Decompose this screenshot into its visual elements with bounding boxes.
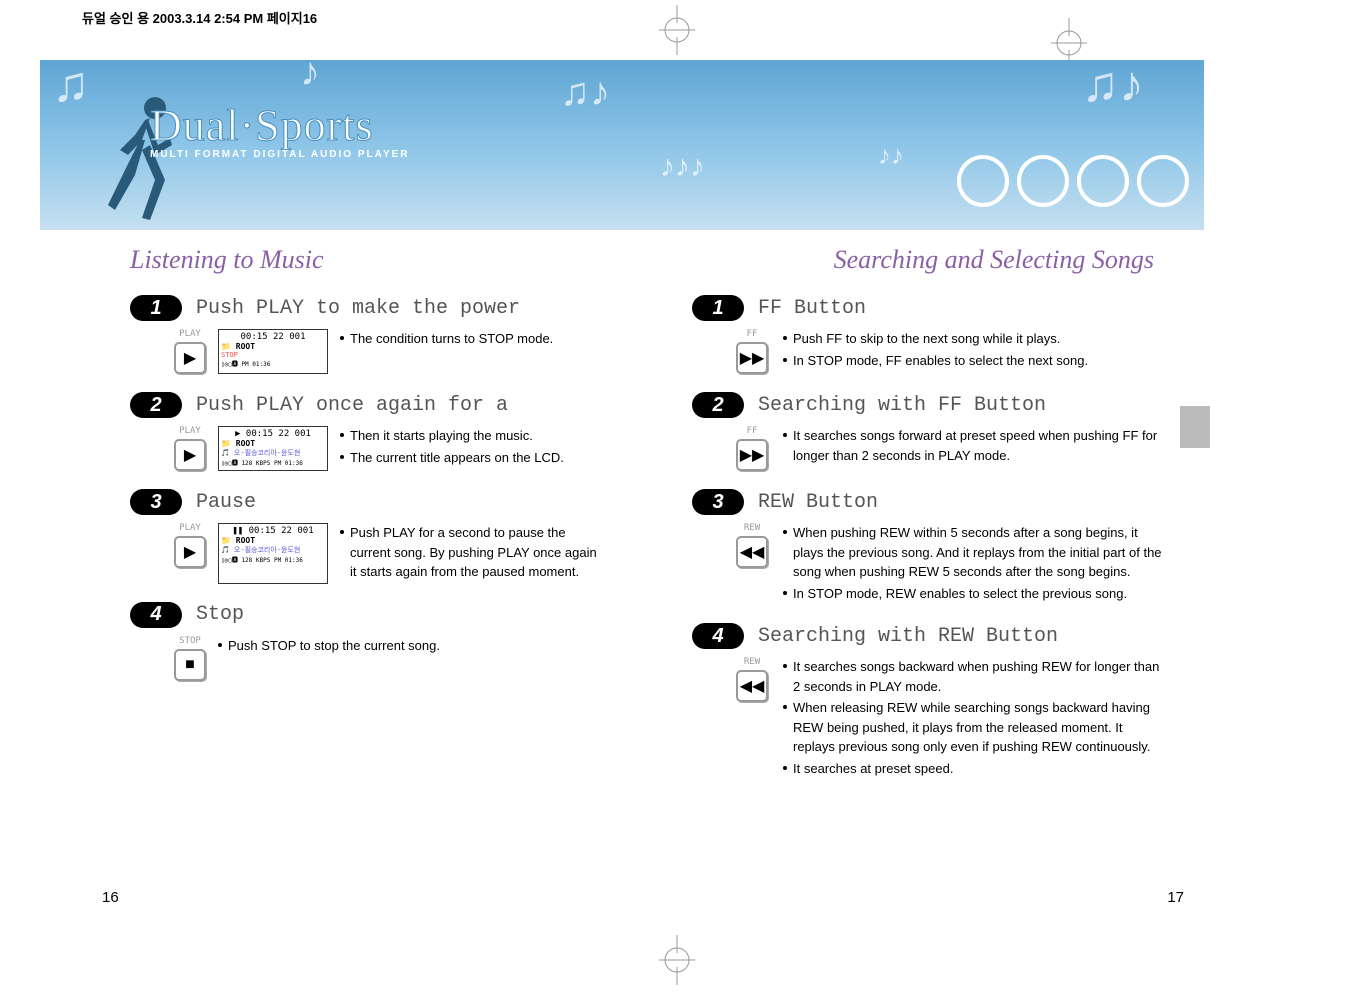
music-note-icon: ♫♪ xyxy=(1082,55,1145,113)
header-info: 듀얼 승인 용 2003.3.14 2:54 PM 페이지16 xyxy=(82,8,317,27)
step-badge: 3 xyxy=(692,489,744,515)
lcd-screen: ❚❚ 00:15 22 001📁 ROOT🎵 오-필승코리아-윤도현▯◎▢🅰 1… xyxy=(218,523,328,584)
step-1: 1 FF Button FF ▶▶ Push FF to skip to the nex… xyxy=(692,295,1164,374)
page-number-right: 17 xyxy=(1167,889,1184,906)
step-badge: 3 xyxy=(130,489,182,515)
button-label: PLAY xyxy=(174,329,206,339)
music-note-icon: ♫♪ xyxy=(560,70,610,115)
crop-mark-top xyxy=(652,5,702,60)
play-button-icon: ▶ xyxy=(174,342,206,374)
music-note-icon: ♪♪ xyxy=(878,140,904,171)
lcd-screen: 00:15 22 001📁 ROOTSTOP▯◎▢🅰 PM 01:36 xyxy=(218,329,328,374)
step-4: 4 Searching with REW Button REW ◀◀ It search… xyxy=(692,623,1164,780)
page-number-left: 16 xyxy=(102,889,119,906)
step-text: It searches songs backward when pushing … xyxy=(783,657,1164,780)
lcd-screen: ▶ 00:15 22 001📁 ROOT🎵 오-필승코리아-윤도현▯◎▢🅰 12… xyxy=(218,426,328,471)
step-text: Push STOP to stop the current song. xyxy=(218,636,440,681)
step-title: Push PLAY to make the power xyxy=(196,297,520,320)
rew-button-icon: ◀◀ xyxy=(736,536,768,568)
play-button-icon: ▶ xyxy=(174,439,206,471)
step-3: 3 REW Button REW ◀◀ When pushing REW within … xyxy=(692,489,1164,605)
step-text: When pushing REW within 5 seconds after … xyxy=(783,523,1164,605)
rew-button-icon: ◀◀ xyxy=(736,670,768,702)
step-title: REW Button xyxy=(758,491,878,514)
right-section-title: Searching and Selecting Songs xyxy=(692,245,1154,275)
step-title: Pause xyxy=(196,491,256,514)
music-note-icon: ♪♪♪ xyxy=(660,150,705,184)
step-text: Push FF to skip to the next song while i… xyxy=(783,329,1088,374)
music-note-icon: ♫ xyxy=(52,55,90,113)
button-label: FF xyxy=(736,329,768,339)
step-text: Push PLAY for a second to pause the curr… xyxy=(340,523,606,584)
step-title: FF Button xyxy=(758,297,866,320)
step-4: 4 Stop STOP ■ Push STOP to stop the current … xyxy=(130,602,606,681)
step-badge: 2 xyxy=(130,392,182,418)
step-title: Stop xyxy=(196,603,244,626)
button-label: PLAY xyxy=(174,523,206,533)
ff-button-icon: ▶▶ xyxy=(736,439,768,471)
step-badge: 2 xyxy=(692,392,744,418)
crop-mark-bottom xyxy=(652,935,702,990)
product-subtitle: MULTI FORMAT DIGITAL AUDIO PLAYER xyxy=(150,149,410,160)
button-label: REW xyxy=(736,523,768,533)
button-label: REW xyxy=(736,657,768,667)
button-label: FF xyxy=(736,426,768,436)
step-text: Then it starts playing the music.The cur… xyxy=(340,426,564,471)
ff-button-icon: ▶▶ xyxy=(736,342,768,374)
button-label: STOP xyxy=(174,636,206,646)
product-title: Dual·Sports xyxy=(150,100,410,151)
stop-button-icon: ■ xyxy=(174,649,206,681)
music-note-icon: ♪ xyxy=(300,50,320,95)
step-badge: 1 xyxy=(692,295,744,321)
button-label: PLAY xyxy=(174,426,206,436)
play-button-icon: ▶ xyxy=(174,536,206,568)
step-title: Searching with FF Button xyxy=(758,394,1046,417)
step-2: 2 Push PLAY once again for a PLAY ▶ ▶ 00:15 … xyxy=(130,392,606,471)
step-2: 2 Searching with FF Button FF ▶▶ It searches… xyxy=(692,392,1164,471)
step-1: 1 Push PLAY to make the power PLAY ▶ 00:15 2… xyxy=(130,295,606,374)
step-title: Push PLAY once again for a xyxy=(196,394,508,417)
step-badge: 4 xyxy=(692,623,744,649)
step-3: 3 Pause PLAY ▶ ❚❚ 00:15 22 001📁 ROOT🎵 오-필승코리… xyxy=(130,489,606,584)
decorative-circles xyxy=(949,155,1189,212)
step-badge: 1 xyxy=(130,295,182,321)
step-text: The condition turns to STOP mode. xyxy=(340,329,553,374)
step-title: Searching with REW Button xyxy=(758,625,1058,648)
step-text: It searches songs forward at preset spee… xyxy=(783,426,1164,471)
left-section-title: Listening to Music xyxy=(130,245,606,275)
step-badge: 4 xyxy=(130,602,182,628)
background-banner: Dual·Sports MULTI FORMAT DIGITAL AUDIO P… xyxy=(40,60,1204,230)
